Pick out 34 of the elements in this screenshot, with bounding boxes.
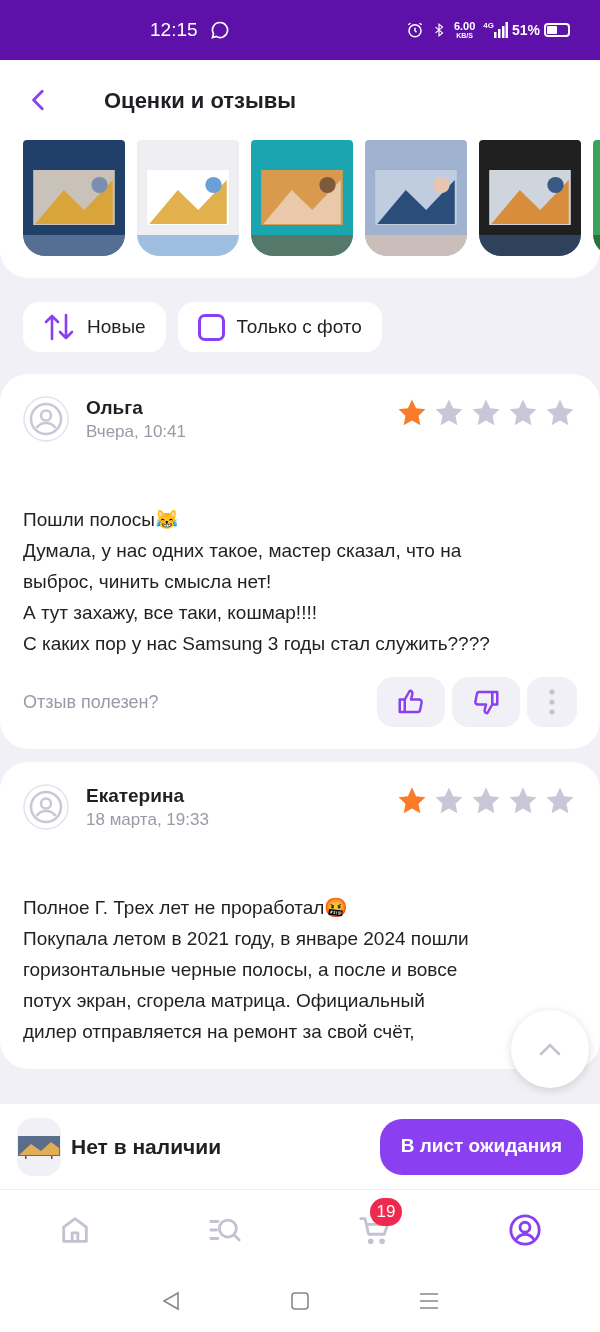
- speed-text: 6.00: [453, 21, 476, 32]
- chevron-up-icon: [539, 1042, 561, 1056]
- photo-filter-chip[interactable]: Только с фото: [177, 302, 382, 352]
- sort-button[interactable]: Новые: [23, 302, 166, 352]
- checkbox[interactable]: [197, 313, 225, 341]
- review-date: Вчера, 10:41: [86, 421, 186, 443]
- availability-text: Нет в наличии: [71, 1133, 222, 1160]
- profile-icon[interactable]: [508, 1213, 542, 1247]
- chat-icon: [209, 20, 230, 40]
- like-button[interactable]: [377, 677, 445, 727]
- dislike-button[interactable]: [452, 677, 520, 727]
- review-text: Пошли полосы😹 Думала, у нас одних такое, мастер сказал, что на выброс, чинить смысла нет! А тут захажу, все таки, кошмар!!!! С каких пор у нас Samsung 3 годы стал служить????: [23, 508, 491, 656]
- cart-badge: 19: [370, 1198, 402, 1226]
- avatar-icon: [23, 396, 69, 442]
- tv-thumbnail-icon: [17, 1133, 61, 1160]
- avatar-icon: [23, 784, 69, 830]
- battery-text: 51%: [511, 20, 540, 40]
- helpful-question: Отзыв полезен?: [23, 690, 159, 714]
- waitlist-button[interactable]: В лист ожидания: [379, 1118, 583, 1175]
- more-icon: [549, 689, 555, 715]
- author-name: Ольга: [86, 396, 144, 420]
- home-nav-icon[interactable]: [291, 1292, 309, 1310]
- alarm-icon: [405, 21, 424, 39]
- page-title: Оценки и отзывы: [104, 86, 297, 115]
- signal-icon: [493, 22, 508, 38]
- clock: 12:15: [150, 17, 198, 42]
- author-name: Екатерина: [86, 784, 185, 808]
- battery-icon: [544, 23, 570, 37]
- review-text: Полное Г. Трех лет не проработал🤬 Покупала летом в 2021 году, в январе 2024 пошли горизонтальные черные полосы, а после и вовсе потух экран, сгорела матрица. Официальный дилер отправляется на ремонт за свой счёт,: [23, 896, 470, 1044]
- network-text: 4G: [483, 20, 494, 32]
- back-nav-icon[interactable]: [161, 1291, 181, 1311]
- review-date: 18 марта, 19:33: [86, 809, 209, 831]
- sort-icon: [43, 313, 75, 341]
- menu-icon[interactable]: [419, 1292, 439, 1310]
